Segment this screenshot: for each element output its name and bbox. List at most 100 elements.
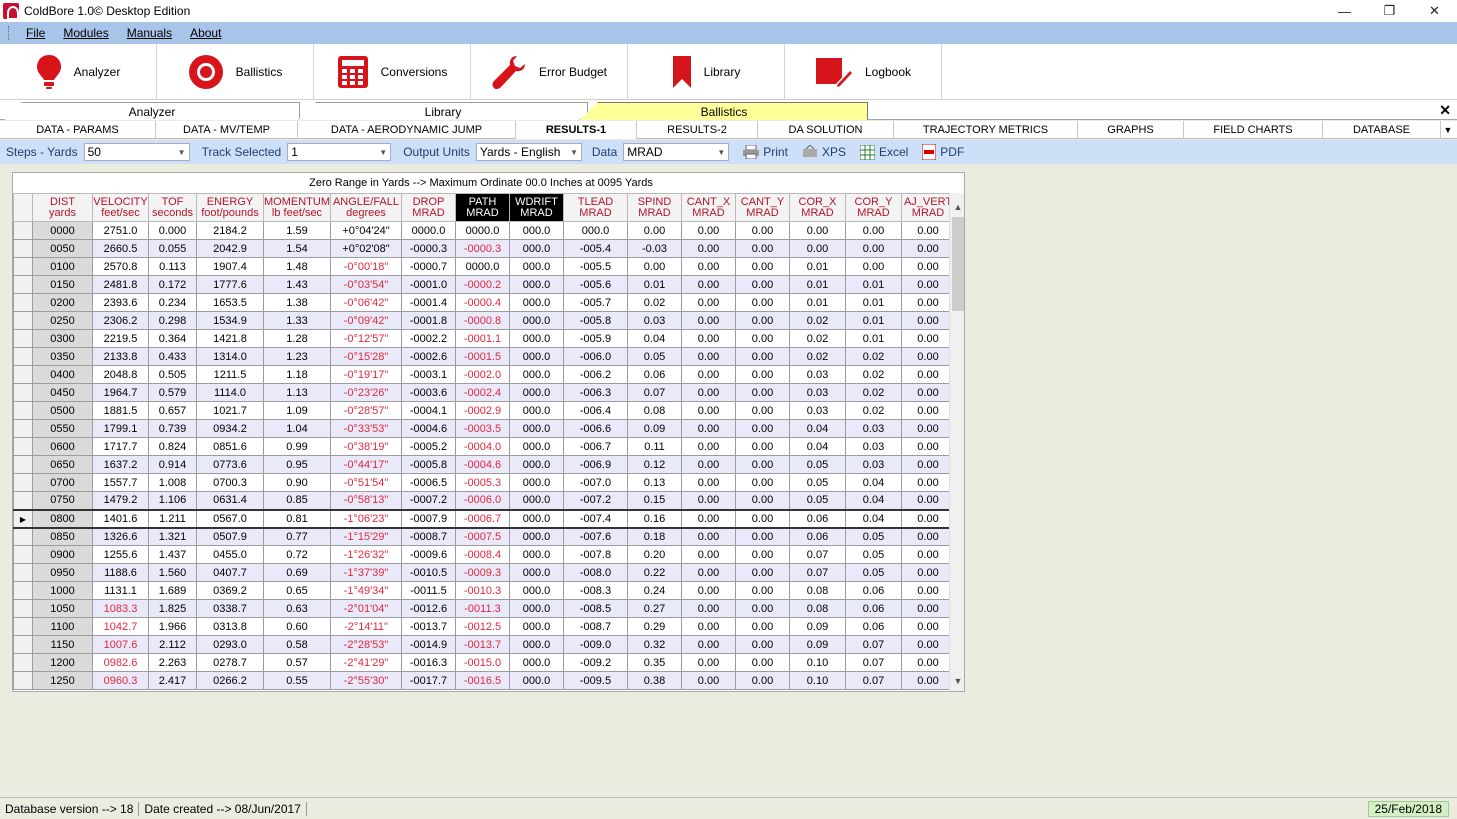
grid-cell[interactable]: 0450 (32, 383, 93, 402)
grid-cell[interactable]: 1.437 (148, 545, 197, 564)
grid-cell[interactable]: 0.00 (681, 221, 736, 240)
grid-cell[interactable]: 0.00 (735, 653, 790, 672)
subtab-database[interactable]: DATABASE (1323, 120, 1441, 139)
grid-cell[interactable]: 0.579 (148, 383, 197, 402)
grid-cell[interactable]: 0.00 (735, 401, 790, 420)
table-row[interactable]: 0500 1881.5 0.657 1021.7 1.09 -0°28'57" -0004.… (13, 401, 955, 420)
grid-cell[interactable]: -006.6 (563, 419, 628, 438)
logbook-button[interactable]: Logbook (785, 44, 942, 99)
grid-cell[interactable]: -0°51'54" (330, 473, 402, 492)
units-select[interactable]: Yards - English ▼ (475, 143, 582, 161)
grid-cell[interactable]: 0.05 (845, 545, 902, 564)
grid-cell[interactable]: 1.59 (263, 221, 331, 240)
grid-cell[interactable]: 0.10 (789, 671, 846, 690)
grid-cell[interactable]: 2042.9 (196, 239, 264, 258)
menu-about[interactable]: About (181, 26, 230, 40)
table-row[interactable]: 1050 1083.3 1.825 0338.7 0.63 -2°01'04" -0012.… (13, 599, 955, 618)
grid-cell[interactable]: 0.06 (845, 617, 902, 636)
grid-cell[interactable]: 1021.7 (196, 401, 264, 420)
grid-cell[interactable]: 1717.7 (92, 437, 149, 456)
grid-cell[interactable]: 0.00 (901, 455, 955, 474)
grid-cell[interactable]: 0.00 (681, 491, 736, 510)
grid-cell[interactable]: 0.07 (845, 653, 902, 672)
grid-cell[interactable]: 0.03 (789, 401, 846, 420)
grid-cell[interactable]: 0.00 (681, 275, 736, 294)
grid-cell[interactable]: 0.00 (901, 671, 955, 690)
grid-cell[interactable]: -0011.5 (401, 581, 456, 600)
grid-cell[interactable]: 0.00 (789, 221, 846, 240)
grid-cell[interactable]: 0000.0 (455, 257, 510, 276)
grid-cell[interactable]: 2184.2 (196, 221, 264, 240)
grid-cell[interactable]: 0.00 (789, 239, 846, 258)
grid-cell[interactable]: 1653.5 (196, 293, 264, 312)
grid-cell[interactable]: 1421.8 (196, 329, 264, 348)
grid-cell[interactable]: 000.0 (509, 527, 564, 546)
column-header[interactable]: DROP MRAD (401, 193, 456, 222)
grid-cell[interactable]: 2393.6 (92, 293, 149, 312)
grid-cell[interactable]: 0.58 (263, 635, 331, 654)
grid-cell[interactable]: 0.03 (845, 419, 902, 438)
grid-cell[interactable]: 1.008 (148, 473, 197, 492)
grid-cell[interactable]: -0006.0 (455, 491, 510, 510)
grid-cell[interactable]: 0.113 (148, 257, 197, 276)
grid-cell[interactable]: 1.825 (148, 599, 197, 618)
grid-cell[interactable]: 0.00 (735, 239, 790, 258)
grid-cell[interactable]: 0.09 (789, 635, 846, 654)
grid-cell[interactable]: 0.15 (627, 491, 682, 510)
grid-cell[interactable]: 0200 (32, 293, 93, 312)
grid-cell[interactable]: 000.0 (509, 401, 564, 420)
grid-cell[interactable]: 0.00 (735, 257, 790, 276)
grid-cell[interactable]: -008.0 (563, 563, 628, 582)
grid-cell[interactable]: 0.05 (845, 527, 902, 546)
grid-cell[interactable]: 0900 (32, 545, 93, 564)
grid-cell[interactable]: 1100 (32, 617, 93, 636)
table-row[interactable]: 0750 1479.2 1.106 0631.4 0.85 -0°58'13" -0007.… (13, 491, 955, 510)
grid-cell[interactable]: 2.263 (148, 653, 197, 672)
grid-cell[interactable]: 000.0 (509, 563, 564, 582)
grid-cell[interactable]: 0.90 (263, 473, 331, 492)
subtab-trajectory-metrics[interactable]: TRAJECTORY METRICS (894, 120, 1078, 139)
grid-cell[interactable]: 0313.8 (196, 617, 264, 636)
grid-cell[interactable]: 0.55 (263, 671, 331, 690)
column-header[interactable]: AJ_VERT MRAD (901, 193, 955, 222)
grid-cell[interactable]: -005.8 (563, 311, 628, 330)
grid-cell[interactable]: 0.00 (735, 329, 790, 348)
column-header[interactable]: CANT_X MRAD (681, 193, 736, 222)
grid-cell[interactable]: 1211.5 (196, 365, 264, 384)
grid-cell[interactable]: -0003.6 (401, 383, 456, 402)
grid-cell[interactable]: 0.03 (845, 437, 902, 456)
grid-cell[interactable]: 0.01 (789, 293, 846, 312)
grid-cell[interactable]: -0010.5 (401, 563, 456, 582)
row-header[interactable] (13, 437, 33, 456)
column-header[interactable]: MOMENTUM lb feet/sec (263, 193, 331, 222)
conversions-button[interactable]: Conversions (314, 44, 471, 99)
grid-cell[interactable]: 1007.6 (92, 635, 149, 654)
grid-cell[interactable]: -0°19'17" (330, 365, 402, 384)
grid-cell[interactable]: -007.4 (563, 508, 628, 529)
grid-cell[interactable]: 2.112 (148, 635, 197, 654)
grid-cell[interactable]: 0.00 (681, 617, 736, 636)
column-header[interactable]: VELOCITY feet/sec (92, 193, 149, 222)
grid-cell[interactable]: 0773.6 (196, 455, 264, 474)
grid-cell[interactable]: 0.65 (263, 581, 331, 600)
pdf-button[interactable]: PDF (922, 144, 964, 160)
row-header[interactable] (13, 527, 33, 546)
grid-cell[interactable]: 0.07 (627, 383, 682, 402)
grid-cell[interactable]: -0°23'26" (330, 383, 402, 402)
grid-cell[interactable]: 0.03 (789, 365, 846, 384)
grid-cell[interactable]: -0004.6 (401, 419, 456, 438)
row-header[interactable] (13, 311, 33, 330)
grid-cell[interactable]: 0.04 (845, 508, 902, 529)
grid-cell[interactable]: 0.00 (735, 221, 790, 240)
grid-cell[interactable]: -007.8 (563, 545, 628, 564)
grid-cell[interactable]: 0.00 (735, 275, 790, 294)
grid-cell[interactable]: 0.01 (845, 329, 902, 348)
grid-cell[interactable]: 0600 (32, 437, 93, 456)
grid-cell[interactable]: -1°49'34" (330, 581, 402, 600)
row-header[interactable] (13, 347, 33, 366)
grid-cell[interactable]: 0.00 (901, 311, 955, 330)
grid-cell[interactable]: -008.7 (563, 617, 628, 636)
grid-cell[interactable]: 000.0 (509, 329, 564, 348)
grid-cell[interactable]: 0.00 (735, 473, 790, 492)
column-header[interactable]: DIST yards (32, 193, 93, 222)
